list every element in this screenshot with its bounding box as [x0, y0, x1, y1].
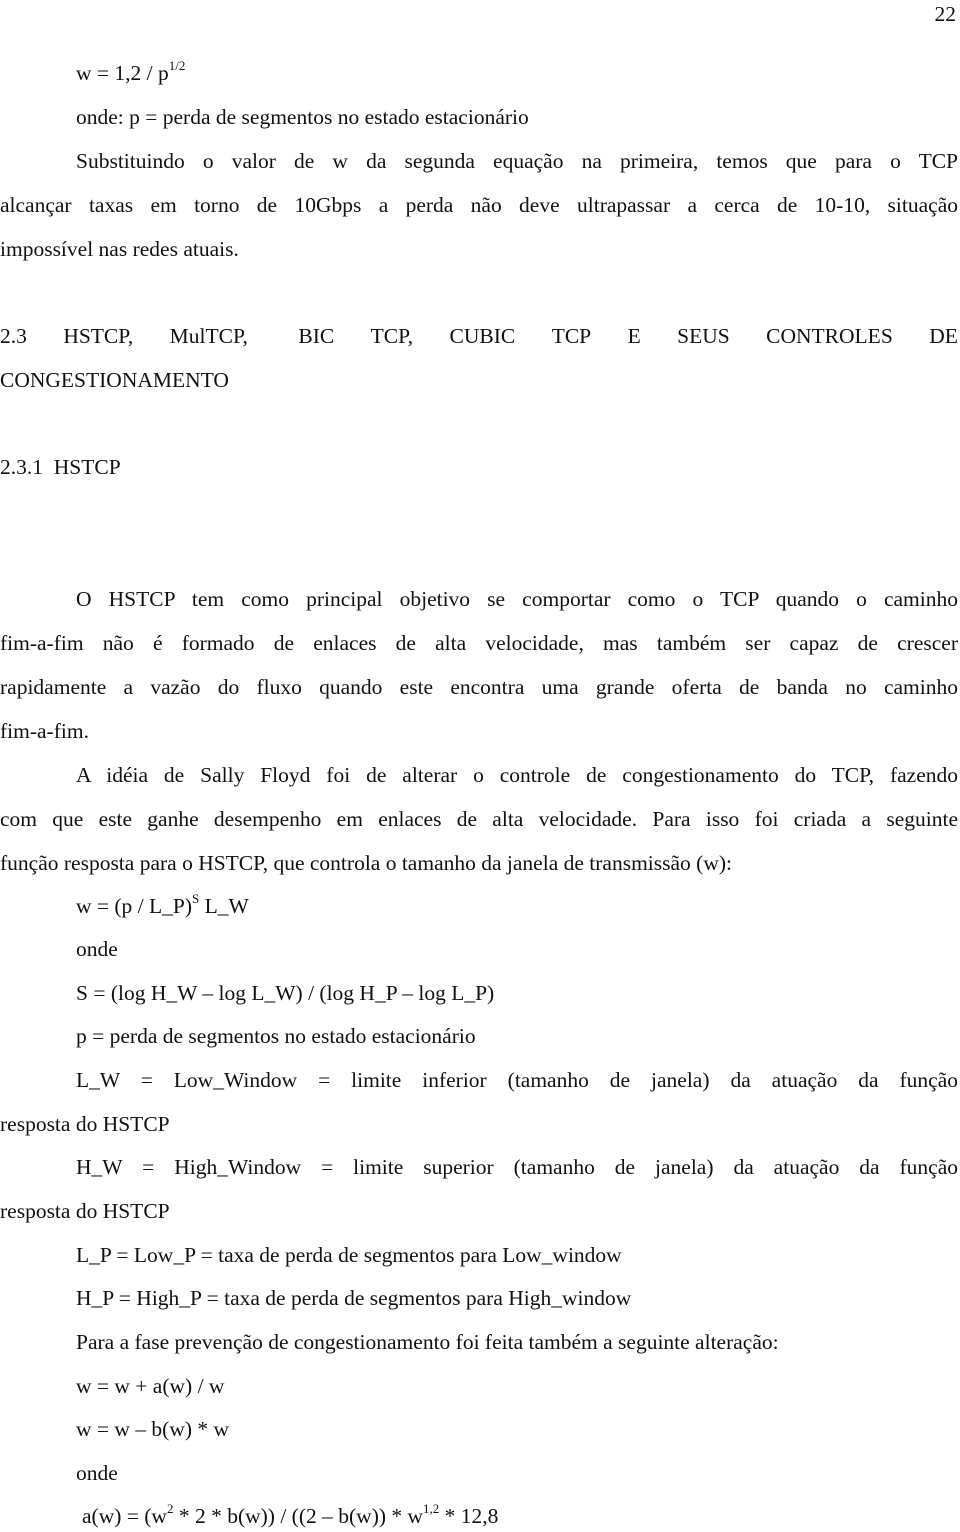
equation-text: w = 1,2 / p — [76, 61, 169, 85]
heading-word: BIC — [298, 324, 335, 348]
equation-text: w = (p / L_P) — [76, 894, 193, 918]
equation-a-of-w: a(w) = (w2 * 2 * b(w)) / ((2 – b(w)) * w… — [82, 1501, 960, 1532]
paragraph-line: fim-a-fim. — [0, 719, 89, 743]
paragraph-line: Para a fase prevenção de congestionament… — [76, 1330, 779, 1354]
equation-increase: w = w + a(w) / w — [76, 1374, 225, 1398]
equation-window-loss: w = 1,2 / p1/2 — [76, 58, 958, 89]
paragraph-line: O HSTCP tem como principal objetivo se c… — [76, 587, 958, 611]
equation-text: * 2 * b(w)) / ((2 – b(w)) * w — [173, 1504, 424, 1528]
paragraph-line: rapidamente a vazão do fluxo quando este… — [0, 675, 958, 699]
equation-s: S = (log H_W – log L_W) / (log H_P – log… — [76, 981, 495, 1005]
equation-text: L_W — [199, 894, 249, 918]
paragraph-line: função resposta para o HSTCP, que contro… — [0, 851, 732, 875]
heading-word: CONTROLES — [766, 324, 893, 348]
equation-exponent: 1,2 — [423, 1501, 440, 1516]
heading-word: TCP — [551, 324, 592, 348]
definition-lw: L_W = Low_Window = limite inferior (tama… — [76, 1068, 958, 1092]
heading-word: SEUS — [677, 324, 730, 348]
equation-exponent: 2 — [166, 1501, 174, 1516]
paragraph-line: com que este ganhe desempenho em enlaces… — [0, 807, 958, 831]
definition-p: p = perda de segmentos no estado estacio… — [76, 1024, 476, 1048]
paragraph-line: alcançar taxas em torno de 10Gbps a perd… — [0, 193, 958, 217]
section-number: 2.3 — [0, 324, 27, 348]
definition-lw-continued: resposta do HSTCP — [0, 1112, 170, 1136]
heading-word: MulTCP, — [169, 324, 248, 348]
equation-exponent: S — [192, 891, 200, 906]
equation-text: a(w) = (w — [82, 1504, 167, 1528]
section-heading: 2.3 HSTCP, MulTCP, BIC TCP, CUBIC TCP E … — [0, 323, 958, 349]
heading-word: E — [627, 324, 641, 348]
equation-decrease: w = w – b(w) * w — [76, 1417, 230, 1441]
definition-hw-continued: resposta do HSTCP — [0, 1199, 170, 1223]
equation-text: * 12,8 — [439, 1504, 499, 1528]
heading-word: DE — [929, 324, 958, 348]
equation-definition: onde: p = perda de segmentos no estado e… — [76, 105, 529, 129]
heading-word: HSTCP, — [63, 324, 134, 348]
definition-lp: L_P = Low_P = taxa de perda de segmentos… — [76, 1243, 622, 1267]
paragraph-line: A idéia de Sally Floyd foi de alterar o … — [76, 763, 958, 787]
definition-hp: H_P = High_P = taxa de perda de segmento… — [76, 1286, 632, 1310]
heading-word: CUBIC — [449, 324, 516, 348]
equation-response-function: w = (p / L_P)S L_W — [76, 891, 958, 922]
paragraph-line: fim-a-fim não é formado de enlaces de al… — [0, 631, 958, 655]
where-label: onde — [76, 937, 118, 961]
definition-hw: H_W = High_Window = limite superior (tam… — [76, 1155, 958, 1179]
paragraph-line: Substituindo o valor de w da segunda equ… — [76, 149, 958, 173]
subsection-heading: 2.3.1 HSTCP — [0, 455, 121, 479]
heading-word: TCP, — [370, 324, 414, 348]
equation-exponent: 1/2 — [168, 58, 186, 73]
paragraph-line: impossível nas redes atuais. — [0, 237, 239, 261]
section-heading-continued: CONGESTIONAMENTO — [0, 368, 229, 392]
page-number: 22 — [934, 2, 957, 26]
where-label: onde — [76, 1461, 118, 1485]
